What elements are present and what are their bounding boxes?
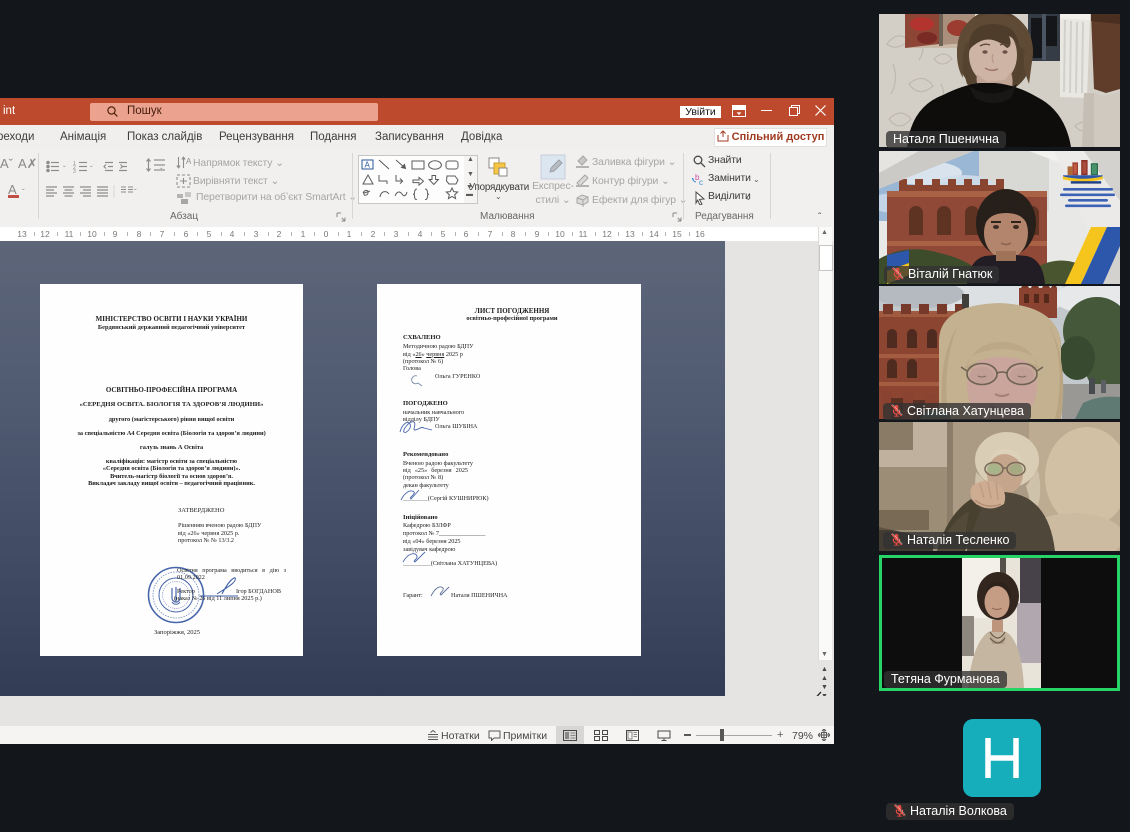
svg-text:A: A bbox=[186, 157, 191, 166]
svg-text:ˇ: ˇ bbox=[134, 188, 137, 197]
svg-text:ˇ: ˇ bbox=[160, 167, 163, 174]
svg-text:ˇ: ˇ bbox=[90, 165, 93, 173]
svg-text:A: A bbox=[365, 161, 371, 170]
svg-text:3: 3 bbox=[73, 169, 76, 173]
svg-text:ˇ: ˇ bbox=[63, 165, 66, 173]
svg-text:c: c bbox=[699, 178, 703, 186]
